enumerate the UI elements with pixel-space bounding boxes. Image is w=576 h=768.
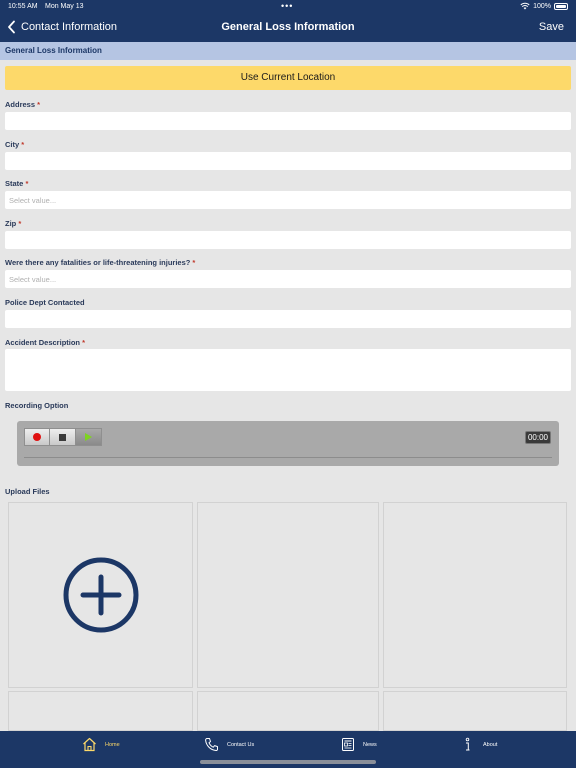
phone-icon [205, 738, 218, 752]
police-label: Police Dept Contacted [5, 298, 85, 307]
required-mark: * [18, 219, 22, 228]
recording-label-text: Recording Option [5, 401, 69, 410]
record-icon [33, 433, 41, 441]
zip-label-text: Zip [5, 219, 17, 228]
police-label-text: Police Dept Contacted [5, 298, 85, 307]
record-button[interactable] [24, 428, 50, 446]
app-header: 10:55 AM Mon May 13 ••• 100% Contact Inf… [0, 0, 576, 42]
bottom-tab-bar: Home Contact Us News About [0, 731, 576, 768]
required-mark: * [25, 179, 29, 188]
upload-slot[interactable] [383, 502, 567, 688]
save-button[interactable]: Save [539, 21, 564, 33]
audio-recorder: 00:00 [17, 421, 559, 466]
upload-slot[interactable] [197, 502, 379, 688]
multitasking-dots[interactable]: ••• [281, 1, 293, 11]
status-indicators: 100% [520, 2, 568, 10]
zip-input[interactable] [5, 231, 571, 249]
use-current-location-button[interactable]: Use Current Location [5, 66, 571, 90]
upload-slot[interactable] [197, 691, 379, 731]
section-header: General Loss Information [0, 42, 576, 60]
description-textarea[interactable] [5, 349, 571, 391]
news-icon [342, 738, 354, 751]
section-title: General Loss Information [5, 46, 102, 55]
city-input[interactable] [5, 152, 571, 170]
required-mark: * [37, 100, 41, 109]
required-mark: * [21, 140, 25, 149]
home-icon [83, 737, 96, 752]
zip-label: Zip * [5, 219, 21, 228]
upload-slot[interactable] [8, 691, 193, 731]
recording-label: Recording Option [5, 401, 68, 410]
tab-home[interactable]: Home [82, 737, 120, 752]
state-label-text: State [5, 179, 24, 188]
add-file-plus-circle-icon[interactable] [62, 556, 140, 634]
recording-timer: 00:00 [524, 431, 551, 444]
recorder-controls [24, 428, 102, 446]
address-label: Address * [5, 100, 40, 109]
back-button[interactable]: Contact Information [6, 20, 117, 34]
tab-home-label: Home [105, 741, 120, 748]
description-label: Accident Description * [5, 338, 85, 347]
city-label: City * [5, 140, 24, 149]
address-input[interactable] [5, 112, 571, 130]
tab-contact-us-label: Contact Us [227, 741, 255, 748]
back-button-label: Contact Information [21, 21, 117, 33]
state-select-placeholder: Select value... [9, 195, 57, 205]
upload-label: Upload Files [5, 487, 50, 496]
stop-button[interactable] [50, 428, 76, 446]
status-time: 10:55 AM [8, 3, 38, 10]
required-mark: * [192, 258, 196, 267]
fatalities-label: Were there any fatalities or life-threat… [5, 258, 195, 267]
tab-about-label: About [483, 741, 498, 748]
tab-news-label: News [363, 741, 377, 748]
tab-news[interactable]: News [340, 737, 377, 752]
battery-icon [554, 2, 568, 10]
stop-icon [59, 433, 66, 441]
play-button[interactable] [76, 428, 102, 446]
battery-percent: 100% [533, 2, 551, 10]
fatalities-select-placeholder: Select value... [9, 274, 57, 284]
address-label-text: Address [5, 100, 36, 109]
home-indicator[interactable] [200, 760, 376, 764]
upload-label-text: Upload Files [5, 487, 50, 496]
police-input[interactable] [5, 310, 571, 328]
tab-contact-us[interactable]: Contact Us [204, 737, 254, 752]
play-icon [85, 433, 92, 441]
city-label-text: City [5, 140, 20, 149]
fatalities-label-text: Were there any fatalities or life-threat… [5, 258, 191, 267]
fatalities-select[interactable]: Select value... [5, 270, 571, 288]
required-mark: * [82, 338, 86, 347]
description-label-text: Accident Description [5, 338, 81, 347]
state-select[interactable]: Select value... [5, 191, 571, 209]
wifi-icon [520, 2, 530, 10]
state-label: State * [5, 179, 28, 188]
recording-progress-track[interactable] [24, 457, 552, 458]
status-date: Mon May 13 [45, 3, 84, 10]
chevron-left-icon [8, 20, 15, 34]
info-icon [465, 737, 470, 751]
tab-about[interactable]: About [460, 737, 497, 752]
upload-slot[interactable] [383, 691, 567, 731]
